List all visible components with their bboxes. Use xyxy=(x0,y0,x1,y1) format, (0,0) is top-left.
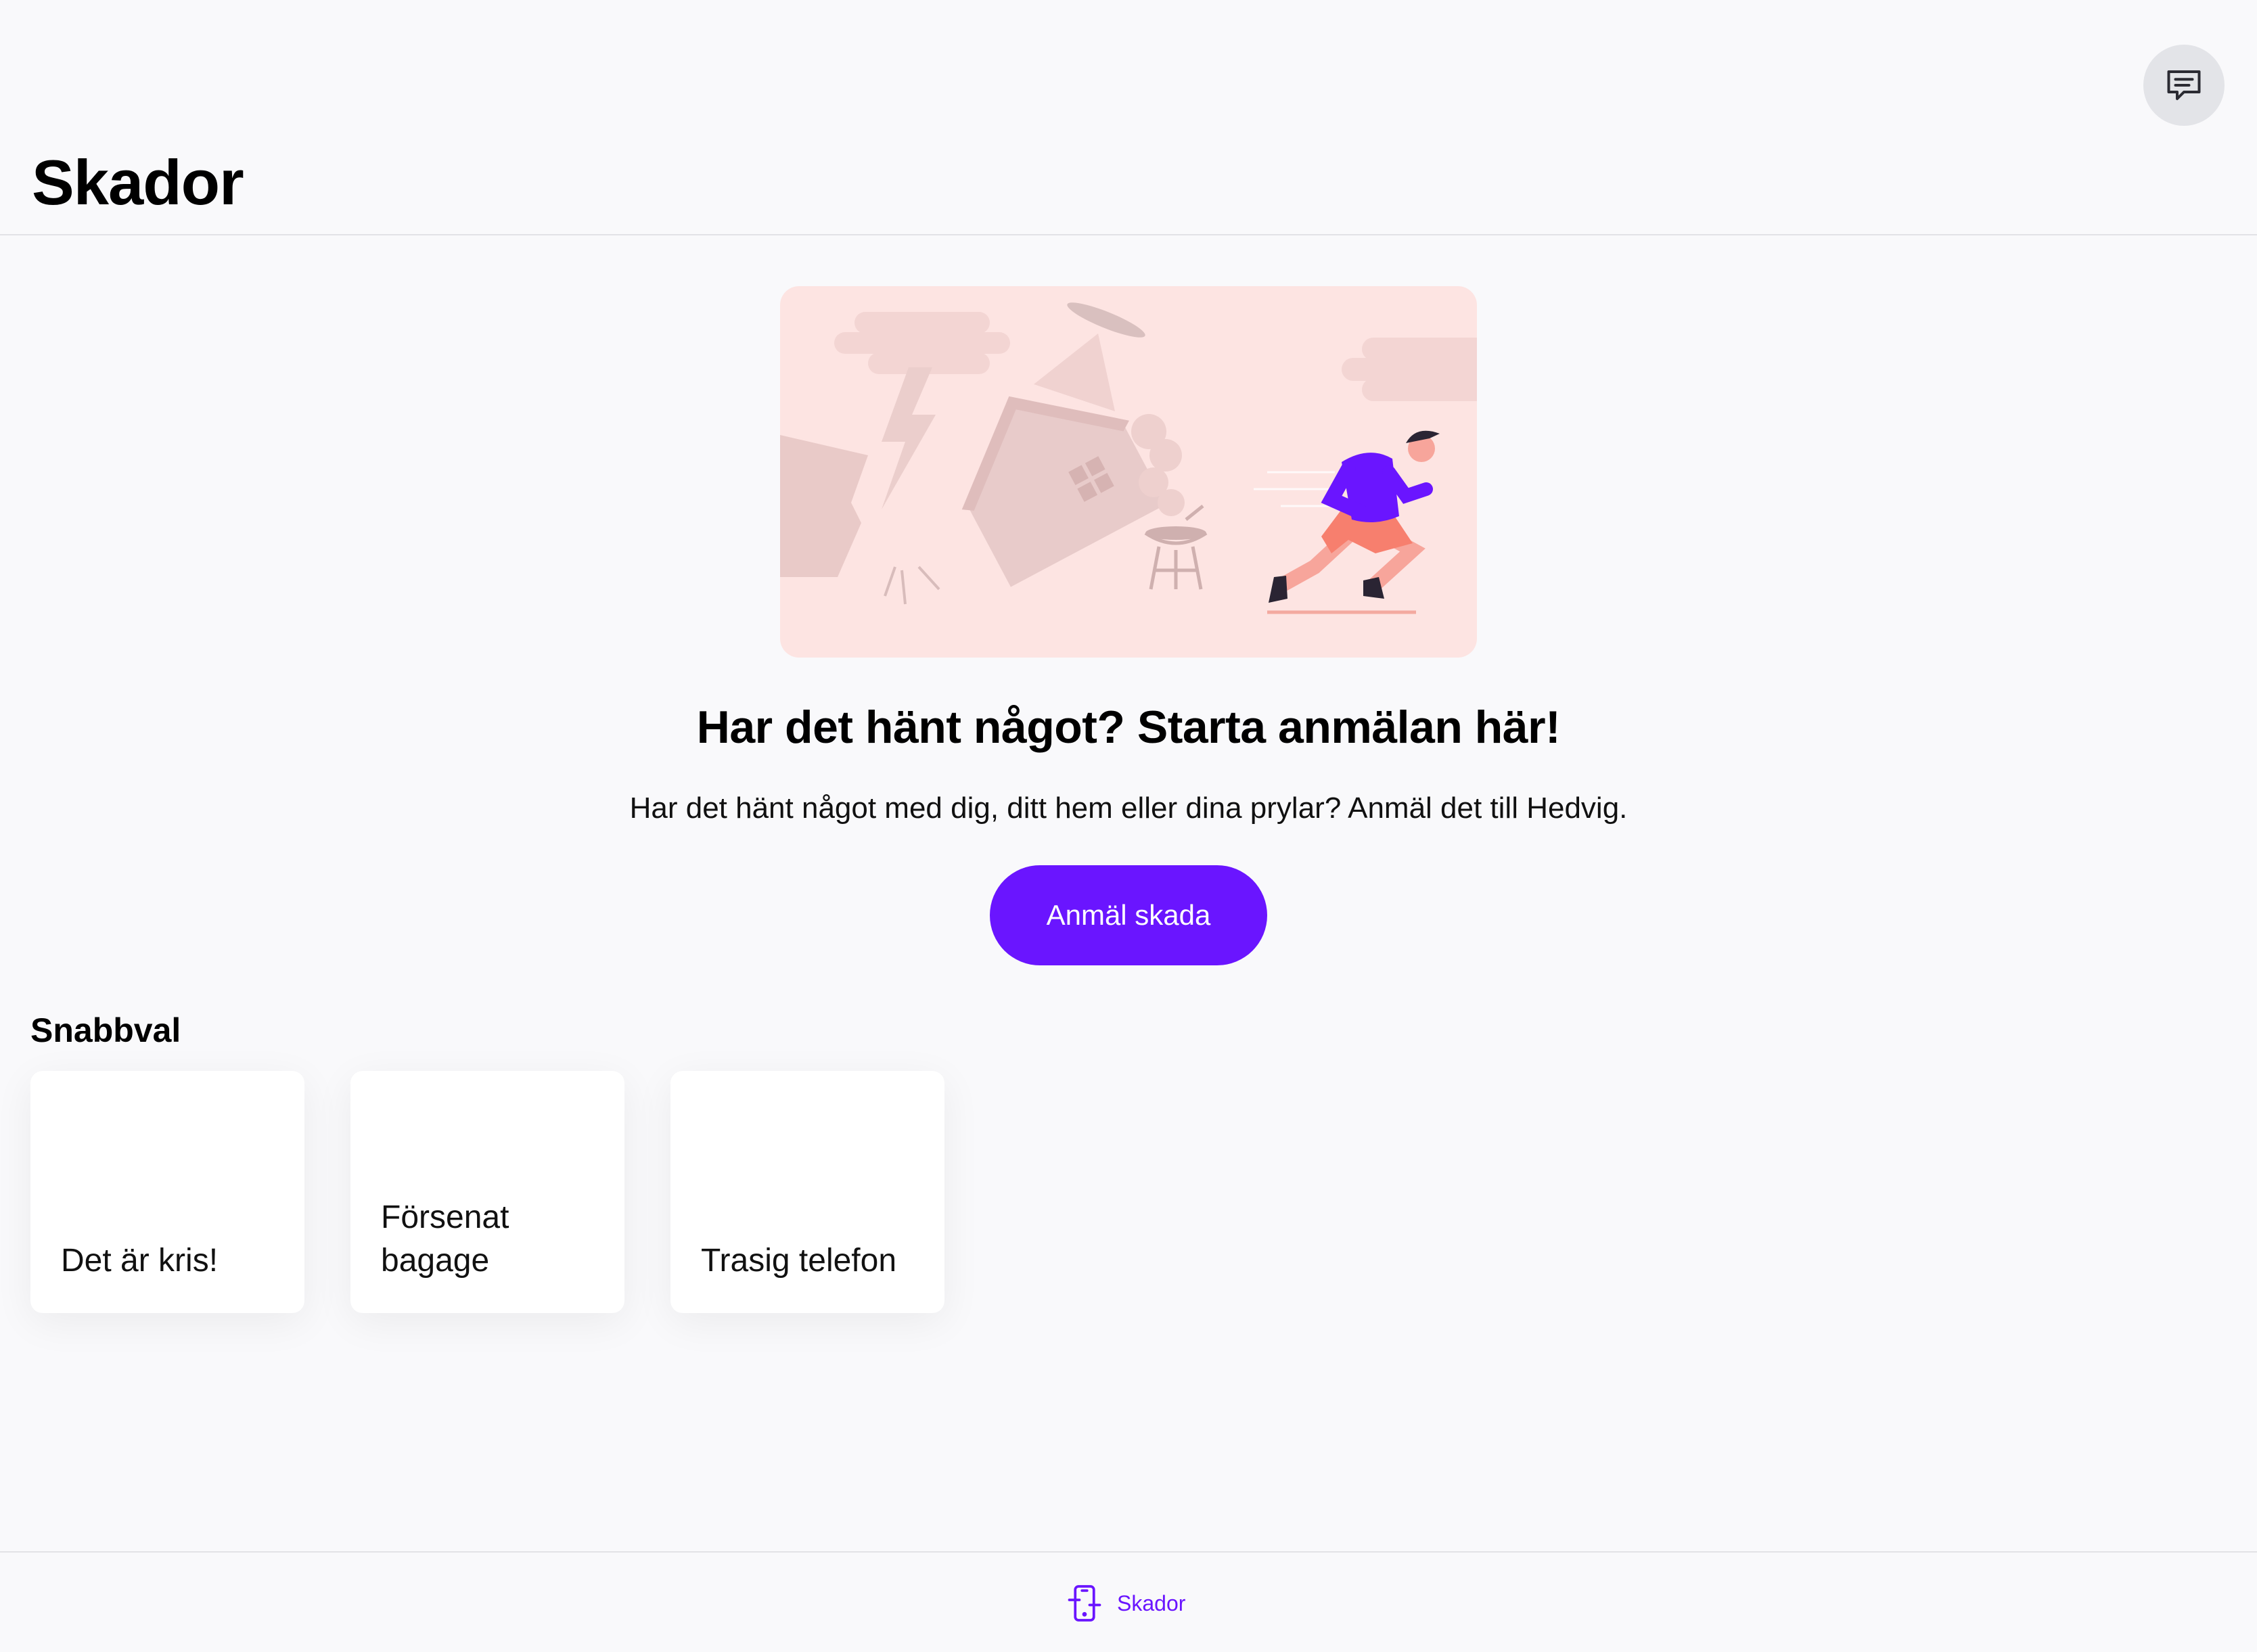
hero-headline: Har det hänt något? Starta anmälan här! xyxy=(696,702,1561,753)
page-title: Skador xyxy=(32,147,244,218)
quick-actions-title: Snabbval xyxy=(30,1011,181,1049)
quick-card-broken-phone[interactable]: Trasig telefon xyxy=(670,1071,944,1313)
quick-card-label: Det är kris! xyxy=(61,1243,219,1279)
quick-card-crisis[interactable]: Det är kris! xyxy=(30,1071,304,1313)
report-claim-button[interactable]: Anmäl skada xyxy=(990,865,1267,965)
quick-card-label: Trasig telefon xyxy=(701,1243,897,1279)
chat-icon xyxy=(2167,70,2201,100)
quick-card-delayed-baggage[interactable]: Försenat bagage xyxy=(350,1071,624,1313)
header: Skador xyxy=(0,0,2257,235)
hero-illustration xyxy=(780,286,1477,658)
nav-label: Skador xyxy=(1117,1590,1186,1615)
quick-card-label: Försenat bagage xyxy=(381,1199,509,1279)
nav-item-skador[interactable]: Skador xyxy=(1064,1580,1185,1627)
hero-subtext: Har det hänt något med dig, ditt hem ell… xyxy=(629,791,1628,825)
bottom-nav: Skador xyxy=(0,1551,2257,1652)
chat-button[interactable] xyxy=(2143,45,2225,126)
phone-claim-icon xyxy=(1068,1585,1101,1622)
